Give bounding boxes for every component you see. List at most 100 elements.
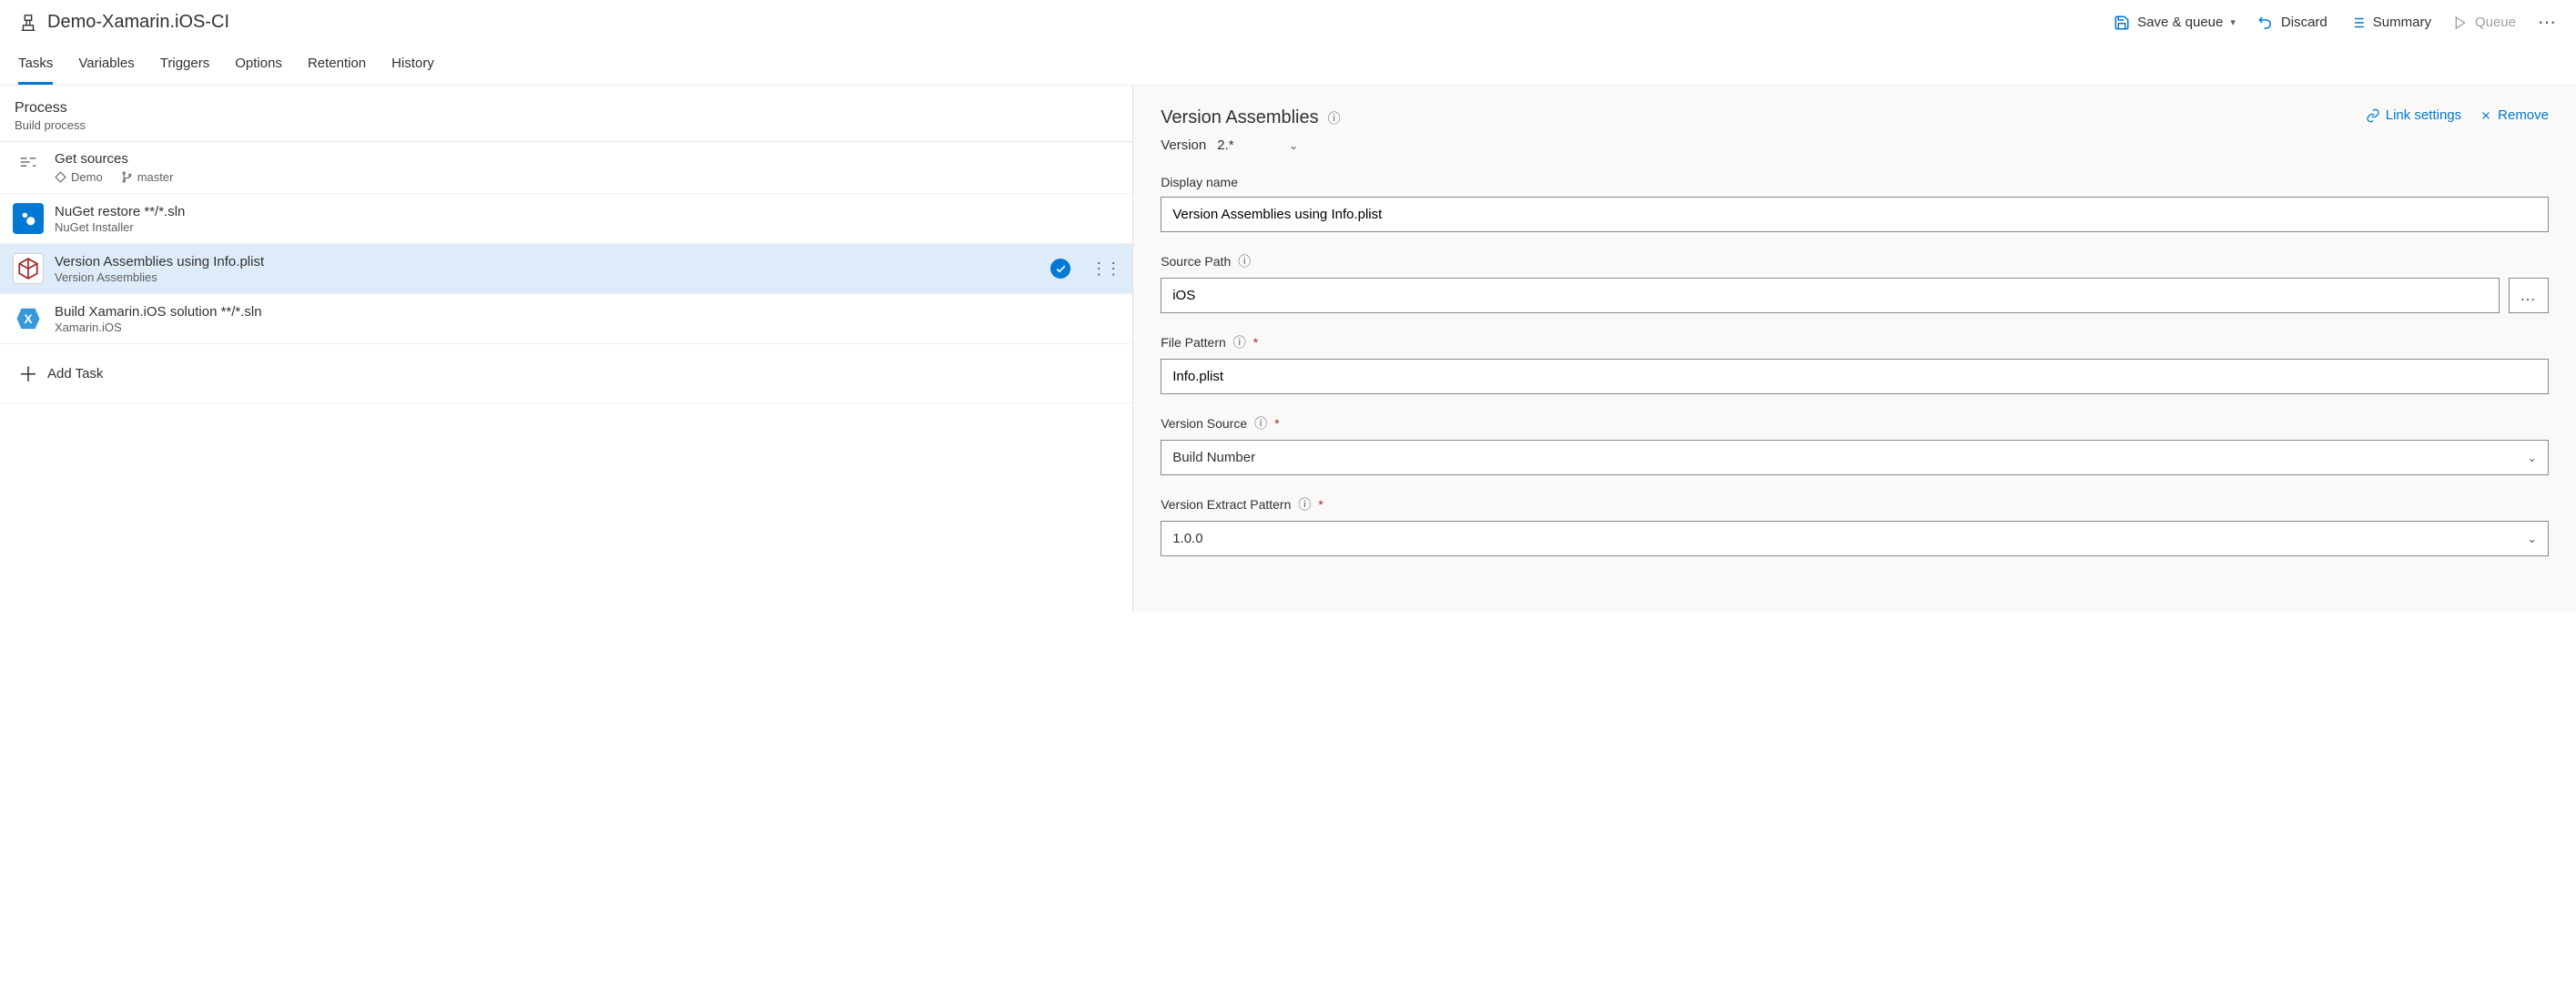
task-title: NuGet restore **/*.sln [55,204,185,219]
version-extract-select[interactable]: 1.0.0 ⌄ [1161,521,2549,556]
discard-label: Discard [2281,15,2328,30]
display-name-input[interactable] [1161,197,2549,232]
task-pane: Process Build process Get sources Demo [0,86,1133,613]
save-icon [2114,15,2130,31]
tab-history[interactable]: History [391,48,434,85]
details-pane: Version Assemblies ⓘ Link settings [1133,86,2576,613]
details-header: Version Assemblies ⓘ Link settings [1161,107,2549,128]
toolbar: Save & queue ▾ Discard Summary [2114,11,2558,34]
get-sources-row[interactable]: Get sources Demo [0,142,1132,194]
save-queue-button[interactable]: Save & queue ▾ [2114,15,2236,31]
branch-icon [121,171,133,183]
drag-handle-icon[interactable]: ⋮⋮ [1090,265,1120,272]
task-row-xamarin[interactable]: X Build Xamarin.iOS solution **/*.sln Xa… [0,294,1132,344]
chevron-down-icon: ▾ [2230,16,2236,28]
version-select[interactable]: 2.* ⌄ [1217,137,1298,153]
field-display-name: Display name [1161,175,2549,232]
link-icon [2366,108,2380,123]
info-icon[interactable]: ⓘ [1233,333,1246,351]
chevron-down-icon: ⌄ [2527,532,2537,546]
play-icon [2453,15,2468,30]
required-indicator: * [1318,497,1323,512]
sources-icon [13,151,44,169]
field-version-source: Version Source ⓘ * Build Number ⌄ [1161,414,2549,475]
task-subtitle: Version Assemblies [55,270,264,284]
version-extract-value: 1.0.0 [1172,531,1202,546]
link-settings-label: Link settings [2386,107,2461,123]
details-title: Version Assemblies [1161,107,1318,128]
version-source-value: Build Number [1172,450,1255,465]
add-task-button[interactable]: ＋ Add Task [0,344,1132,403]
title-area: Demo-Xamarin.iOS-CI [18,12,229,33]
link-settings-button[interactable]: Link settings [2366,107,2461,123]
task-title: Version Assemblies using Info.plist [55,254,264,270]
page-header: Demo-Xamarin.iOS-CI Save & queue ▾ Disca… [0,0,2576,41]
version-selector[interactable]: Version 2.* ⌄ [1161,137,2549,153]
task-row-nuget[interactable]: NuGet restore **/*.sln NuGet Installer [0,194,1132,244]
task-text: Build Xamarin.iOS solution **/*.sln Xama… [55,304,262,334]
queue-label: Queue [2475,15,2516,30]
repo-icon [55,171,66,183]
required-indicator: * [1253,335,1258,350]
list-icon [2349,15,2366,31]
chevron-down-icon: ⌄ [1289,138,1299,153]
info-icon[interactable]: ⓘ [1328,109,1341,127]
discard-button[interactable]: Discard [2257,15,2328,31]
plus-icon: ＋ [18,359,35,388]
process-header[interactable]: Process Build process [0,86,1132,142]
pipeline-icon [18,13,38,33]
version-value: 2.* [1217,137,1233,153]
version-extract-label: Version Extract Pattern [1161,497,1291,512]
details-links: Link settings Remove [2366,107,2549,123]
main-content: Process Build process Get sources Demo [0,86,2576,613]
version-icon [13,253,44,284]
tab-retention[interactable]: Retention [308,48,366,85]
details-title-area: Version Assemblies ⓘ [1161,107,1340,128]
branch-name: master [137,170,174,184]
file-pattern-input[interactable] [1161,359,2549,394]
close-icon [2480,109,2492,122]
info-icon[interactable]: ⓘ [1254,414,1267,432]
add-task-label: Add Task [47,366,103,381]
branch-indicator: master [121,170,174,184]
nuget-icon [13,203,44,234]
summary-label: Summary [2373,15,2431,30]
info-icon[interactable]: ⓘ [1238,252,1251,270]
task-subtitle: NuGet Installer [55,220,185,234]
version-label: Version [1161,137,1206,153]
task-row-version-assemblies[interactable]: Version Assemblies using Info.plist Vers… [0,244,1132,294]
save-queue-label: Save & queue [2137,15,2223,30]
tab-bar: Tasks Variables Triggers Options Retenti… [0,41,2576,86]
repo-name: Demo [71,170,103,184]
queue-button[interactable]: Queue [2453,15,2516,30]
remove-button[interactable]: Remove [2480,107,2549,123]
field-source-path: Source Path ⓘ … [1161,252,2549,313]
tab-options[interactable]: Options [235,48,282,85]
display-name-label: Display name [1161,175,1238,189]
svg-text:X: X [24,312,33,326]
get-sources-title: Get sources [55,151,173,167]
source-path-label: Source Path [1161,254,1231,269]
tab-triggers[interactable]: Triggers [160,48,209,85]
info-icon[interactable]: ⓘ [1298,495,1311,514]
task-text: Version Assemblies using Info.plist Vers… [55,254,264,284]
summary-button[interactable]: Summary [2349,15,2431,31]
xamarin-icon: X [13,303,44,334]
repo-indicator: Demo [55,170,103,184]
file-pattern-label: File Pattern [1161,335,1226,350]
source-path-input[interactable] [1161,278,2500,313]
remove-label: Remove [2498,107,2549,123]
get-sources-text: Get sources Demo [55,151,173,184]
check-badge [1050,259,1070,279]
field-file-pattern: File Pattern ⓘ * [1161,333,2549,394]
undo-icon [2257,15,2274,31]
more-menu-button[interactable]: ⋯ [2538,11,2558,34]
version-source-select[interactable]: Build Number ⌄ [1161,440,2549,475]
tab-tasks[interactable]: Tasks [18,48,53,85]
tab-variables[interactable]: Variables [78,48,134,85]
task-text: NuGet restore **/*.sln NuGet Installer [55,204,185,234]
browse-button[interactable]: … [2509,278,2549,313]
chevron-down-icon: ⌄ [2527,451,2537,465]
required-indicator: * [1274,416,1279,431]
process-subtitle: Build process [15,118,1114,132]
